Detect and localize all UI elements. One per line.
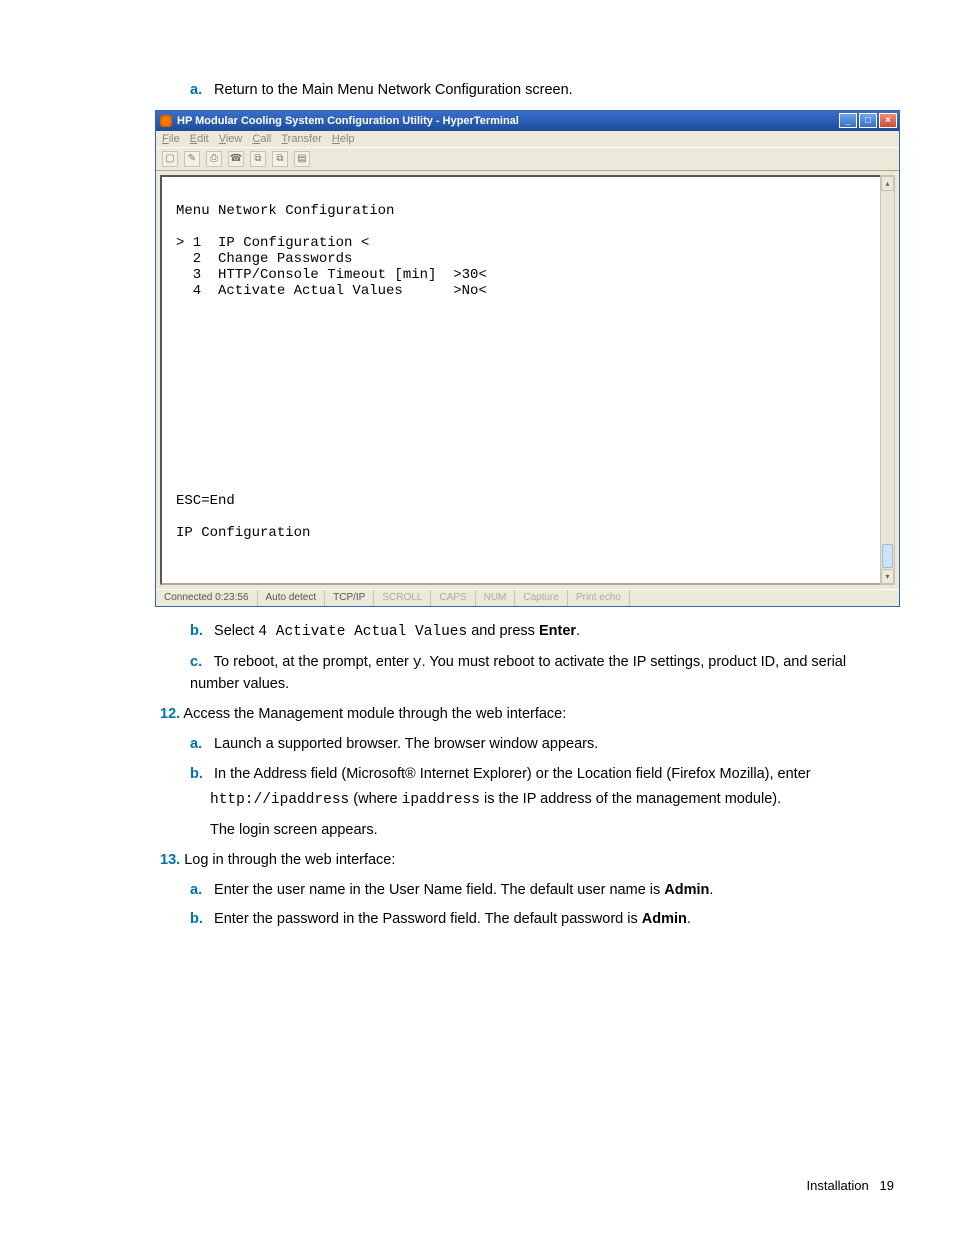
status-scroll: SCROLL (374, 590, 431, 606)
step-12a: a. Launch a supported browser. The brows… (60, 734, 894, 756)
step-13a: a. Enter the user name in the User Name … (60, 880, 894, 902)
toolbar: ▢ ✎ ⎙ ☎ ⧉ ⧉ ▤ (156, 147, 899, 171)
marker-b: b. (190, 621, 210, 643)
status-capture: Capture (515, 590, 568, 606)
marker-a: a. (190, 80, 210, 102)
step-12b: b. In the Address field (Microsoft® Inte… (60, 764, 894, 786)
substep-a-return: a. Return to the Main Menu Network Confi… (60, 80, 894, 102)
app-icon (160, 115, 172, 127)
step-13: 13. Log in through the web interface: (60, 850, 894, 872)
scroll-up-icon[interactable]: ▴ (881, 176, 894, 191)
step-12: 12. Access the Management module through… (60, 704, 894, 726)
footer-page: 19 (880, 1178, 894, 1193)
menu-help[interactable]: Help (332, 133, 355, 145)
window-title-bar: HP Modular Cooling System Configuration … (156, 111, 899, 131)
paste-icon[interactable]: ⧉ (272, 151, 288, 167)
status-detect: Auto detect (258, 590, 326, 606)
marker-13: 13. (160, 852, 180, 868)
marker-13a: a. (190, 880, 210, 902)
call-icon[interactable]: ☎ (228, 151, 244, 167)
properties-icon[interactable]: ▤ (294, 151, 310, 167)
step-12b-line3: The login screen appears. (60, 820, 894, 842)
marker-12: 12. (160, 706, 180, 722)
new-icon[interactable]: ▢ (162, 151, 178, 167)
status-proto: TCP/IP (325, 590, 374, 606)
menu-view[interactable]: View (219, 133, 243, 145)
scroll-thumb[interactable] (882, 544, 893, 568)
step-13b: b. Enter the password in the Password fi… (60, 909, 894, 931)
menu-file[interactable]: File (162, 133, 180, 145)
substep-a-text: Return to the Main Menu Network Configur… (214, 82, 573, 98)
window-title: HP Modular Cooling System Configuration … (177, 115, 519, 127)
marker-13b: b. (190, 909, 210, 931)
hyperterminal-window: HP Modular Cooling System Configuration … (155, 110, 900, 607)
status-connected: Connected 0:23:56 (156, 590, 258, 606)
status-caps: CAPS (431, 590, 475, 606)
marker-12b: b. (190, 764, 210, 786)
maximize-button[interactable]: □ (859, 113, 877, 128)
menu-bar[interactable]: File Edit View Call Transfer Help (156, 131, 899, 147)
substep-c-reboot: c. To reboot, at the prompt, enter y. Yo… (60, 652, 894, 697)
status-bar: Connected 0:23:56 Auto detect TCP/IP SCR… (156, 589, 899, 606)
copy-icon[interactable]: ⧉ (250, 151, 266, 167)
marker-c: c. (190, 652, 210, 674)
page-footer: Installation 19 (807, 1178, 894, 1193)
terminal-body-wrap: Menu Network Configuration > 1 IP Config… (156, 171, 899, 589)
print-icon[interactable]: ⎙ (206, 151, 222, 167)
minimize-button[interactable]: _ (839, 113, 857, 128)
menu-call[interactable]: Call (252, 133, 271, 145)
close-button[interactable]: × (879, 113, 897, 128)
scrollbar[interactable]: ▴ ▾ (880, 175, 895, 585)
substep-b-select: b. Select 4 Activate Actual Values and p… (60, 621, 894, 644)
status-num: NUM (476, 590, 516, 606)
step-12b-line2: http://ipaddress (where ipaddress is the… (60, 789, 894, 812)
open-icon[interactable]: ✎ (184, 151, 200, 167)
terminal-output[interactable]: Menu Network Configuration > 1 IP Config… (160, 175, 895, 585)
scroll-down-icon[interactable]: ▾ (881, 569, 894, 584)
marker-12a: a. (190, 734, 210, 756)
menu-edit[interactable]: Edit (190, 133, 209, 145)
menu-transfer[interactable]: Transfer (281, 133, 322, 145)
status-printecho: Print echo (568, 590, 630, 606)
footer-section: Installation (807, 1178, 869, 1193)
